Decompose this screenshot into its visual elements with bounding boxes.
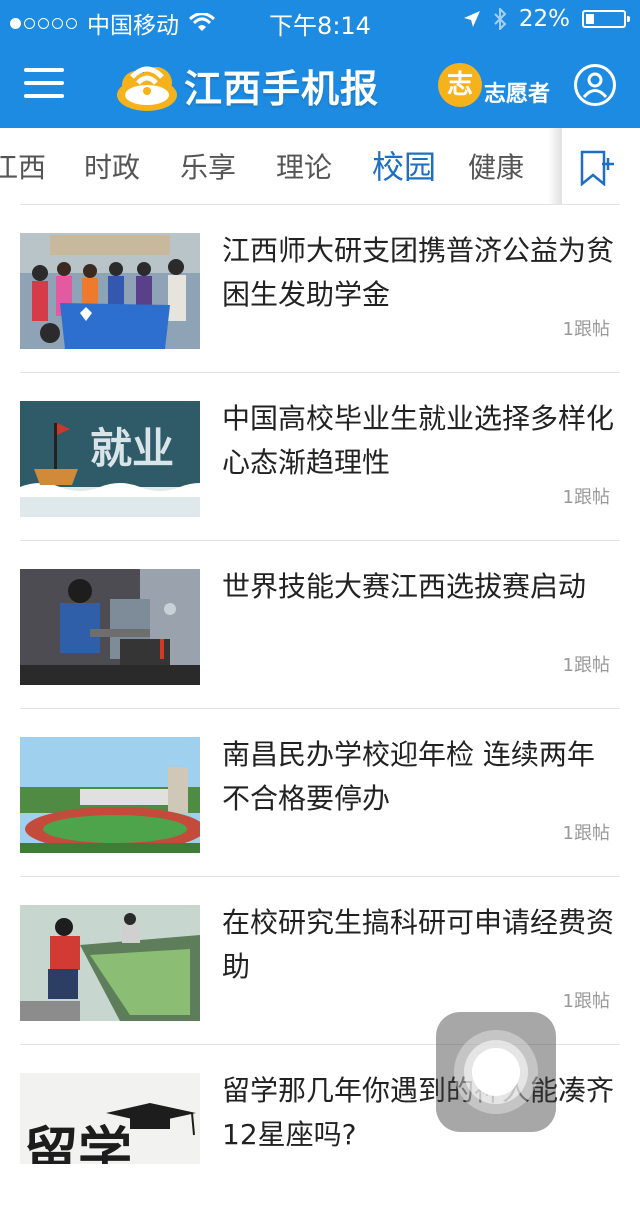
article-thumbnail [20, 905, 200, 1021]
article-thumbnail [20, 737, 200, 853]
thumb-text: 留学 [24, 1120, 132, 1164]
reply-count: 1跟帖 [562, 823, 610, 844]
article-title: 江西师大研支团携普济公益为贫困生发助学金 [222, 234, 615, 311]
reply-count: 1跟帖 [562, 487, 610, 508]
user-profile-button[interactable] [574, 64, 616, 106]
article-thumbnail [20, 233, 200, 349]
tabs-fade-edge [548, 128, 562, 204]
menu-button[interactable] [24, 68, 64, 102]
volunteer-label: 志愿者 [484, 82, 551, 107]
location-arrow-icon [463, 11, 480, 27]
list-item[interactable]: 江西师大研支团携普济公益为贫困生发助学金 1跟帖 [20, 205, 620, 373]
volunteer-icon: 志 [438, 63, 482, 107]
assistive-touch-button[interactable] [436, 1012, 556, 1132]
reply-count: 1跟帖 [562, 991, 610, 1012]
bluetooth-icon [494, 8, 507, 30]
reply-count: 1跟帖 [562, 655, 610, 676]
logo-text: 江西手机报 [184, 66, 380, 111]
reply-count: 1跟帖 [562, 319, 610, 340]
navbar: 江西手机报 志 志愿者 [0, 40, 640, 128]
battery-percent: 22% [518, 6, 570, 32]
tab-health[interactable]: 健康 [468, 146, 524, 186]
battery-fill [586, 14, 594, 24]
tab-politics[interactable]: 时政 [84, 146, 140, 186]
status-bar: 中国移动 下午8:14 22% [0, 0, 640, 40]
article-title: 南昌民办学校迎年检 连续两年不合格要停办 [222, 738, 595, 815]
article-title: 中国高校毕业生就业选择多样化 心态渐趋理性 [222, 402, 615, 479]
volunteer-button[interactable]: 志 志愿者 [438, 62, 550, 108]
logo-cloud-icon [117, 66, 177, 111]
tab-jiangxi[interactable]: 江西 [0, 146, 46, 186]
channel-tabs: 江西 时政 乐享 理论 校园 健康 [0, 128, 640, 204]
article-title: 留学那几年你遇到的神人能凑齐12星座吗? [222, 1074, 615, 1151]
app-logo: 江西手机报 [112, 50, 379, 120]
article-thumbnail: 就业 [20, 401, 200, 517]
article-title: 世界技能大赛江西选拔赛启动 [222, 570, 587, 603]
battery-icon [582, 10, 630, 28]
article-title: 在校研究生搞科研可申请经费资助 [222, 906, 615, 983]
list-item[interactable]: 世界技能大赛江西选拔赛启动 1跟帖 [20, 541, 620, 709]
list-item[interactable]: 就业 中国高校毕业生就业选择多样化 心态渐趋理性 1跟帖 [20, 373, 620, 541]
tab-leisure[interactable]: 乐享 [180, 146, 236, 186]
article-thumbnail: 留学 [20, 1073, 200, 1164]
list-item[interactable]: 南昌民办学校迎年检 连续两年不合格要停办 1跟帖 [20, 709, 620, 877]
app-header: 中国移动 下午8:14 22% 江西手机报 志 志愿者 [0, 0, 640, 128]
user-icon [582, 72, 608, 99]
article-thumbnail [20, 569, 200, 685]
thumb-text: 就业 [90, 424, 174, 473]
add-channel-bookmark-icon[interactable] [578, 150, 616, 186]
tab-campus[interactable]: 校园 [372, 142, 436, 188]
tab-theory[interactable]: 理论 [276, 146, 332, 186]
